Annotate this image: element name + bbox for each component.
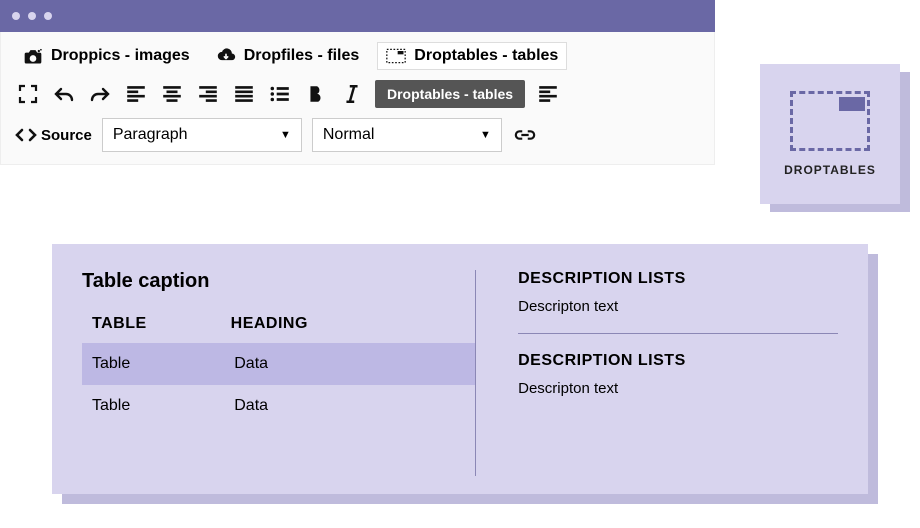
- undo-button[interactable]: [51, 82, 77, 106]
- tab-label: Dropfiles - files: [244, 47, 360, 65]
- table-head-cell: TABLE: [92, 315, 147, 333]
- code-icon: [15, 126, 37, 144]
- style-select[interactable]: Normal ▼: [312, 118, 502, 152]
- droptables-icon: [790, 91, 870, 151]
- source-button[interactable]: Source: [15, 126, 92, 144]
- card-label: DROPTABLES: [784, 163, 876, 177]
- align-left-icon: [537, 84, 559, 104]
- window-dot-icon: [28, 12, 36, 20]
- droptables-card[interactable]: DROPTABLES: [760, 64, 900, 204]
- dlist-title: DESCRIPTION LISTS: [518, 352, 838, 370]
- table-preview: Table caption TABLE HEADING Table Data T…: [82, 270, 475, 476]
- tab-droptables[interactable]: Droptables - tables: [377, 42, 567, 70]
- tab-droppics[interactable]: Droppics - images: [15, 43, 198, 69]
- description-lists: DESCRIPTION LISTS Descripton text DESCRI…: [475, 270, 838, 476]
- block-select[interactable]: Paragraph ▼: [102, 118, 302, 152]
- table-row: Table Data: [82, 385, 475, 427]
- camera-icon: [23, 47, 43, 65]
- table-head-cell: HEADING: [231, 315, 308, 333]
- window-dot-icon: [12, 12, 20, 20]
- editor-window: Droppics - images Dropfiles - files Drop…: [0, 0, 715, 165]
- align-right-icon: [197, 84, 219, 104]
- chevron-down-icon: ▼: [280, 129, 291, 141]
- list-icon: [269, 84, 291, 104]
- select-value: Normal: [323, 126, 375, 144]
- italic-button[interactable]: [339, 82, 365, 106]
- cloud-download-icon: [216, 47, 236, 65]
- link-icon: [514, 125, 536, 145]
- table-row: Table Data: [82, 343, 475, 385]
- table-cell: Data: [234, 397, 268, 415]
- droptables-tooltip: Droptables - tables: [375, 80, 525, 108]
- tab-label: Droptables - tables: [414, 47, 558, 65]
- select-value: Paragraph: [113, 126, 188, 144]
- table-cell: Data: [234, 355, 268, 373]
- table-cell: Table: [92, 355, 130, 373]
- more-align-button[interactable]: [535, 82, 561, 106]
- align-center-button[interactable]: [159, 82, 185, 106]
- dlist-text: Descripton text: [518, 298, 838, 315]
- tab-label: Droppics - images: [51, 47, 190, 65]
- bold-button[interactable]: [303, 82, 329, 106]
- toolbar: Droppics - images Dropfiles - files Drop…: [0, 32, 715, 165]
- link-button[interactable]: [512, 123, 538, 147]
- redo-icon: [89, 84, 111, 104]
- fullscreen-icon: [17, 84, 39, 104]
- table-cell: Table: [92, 397, 130, 415]
- droptables-icon: [386, 47, 406, 65]
- dlist-title: DESCRIPTION LISTS: [518, 270, 838, 288]
- align-left-button[interactable]: [123, 82, 149, 106]
- table-head: TABLE HEADING: [82, 315, 475, 343]
- table-caption: Table caption: [82, 270, 475, 293]
- tab-dropfiles[interactable]: Dropfiles - files: [208, 43, 368, 69]
- buttons-row: Droptables - tables: [15, 80, 700, 108]
- source-label: Source: [41, 127, 92, 144]
- align-justify-button[interactable]: [231, 82, 257, 106]
- divider: [518, 333, 838, 334]
- dlist-text: Descripton text: [518, 380, 838, 397]
- fullscreen-button[interactable]: [15, 82, 41, 106]
- undo-icon: [53, 84, 75, 104]
- list-button[interactable]: [267, 82, 293, 106]
- source-row: Source Paragraph ▼ Normal ▼: [15, 118, 700, 152]
- chevron-down-icon: ▼: [480, 129, 491, 141]
- bold-icon: [305, 84, 327, 104]
- italic-icon: [341, 84, 363, 104]
- tabs-row: Droppics - images Dropfiles - files Drop…: [15, 42, 700, 70]
- preview-panel: Table caption TABLE HEADING Table Data T…: [52, 244, 868, 494]
- redo-button[interactable]: [87, 82, 113, 106]
- align-left-icon: [125, 84, 147, 104]
- align-right-button[interactable]: [195, 82, 221, 106]
- align-justify-icon: [233, 84, 255, 104]
- window-titlebar: [0, 0, 715, 32]
- align-center-icon: [161, 84, 183, 104]
- window-dot-icon: [44, 12, 52, 20]
